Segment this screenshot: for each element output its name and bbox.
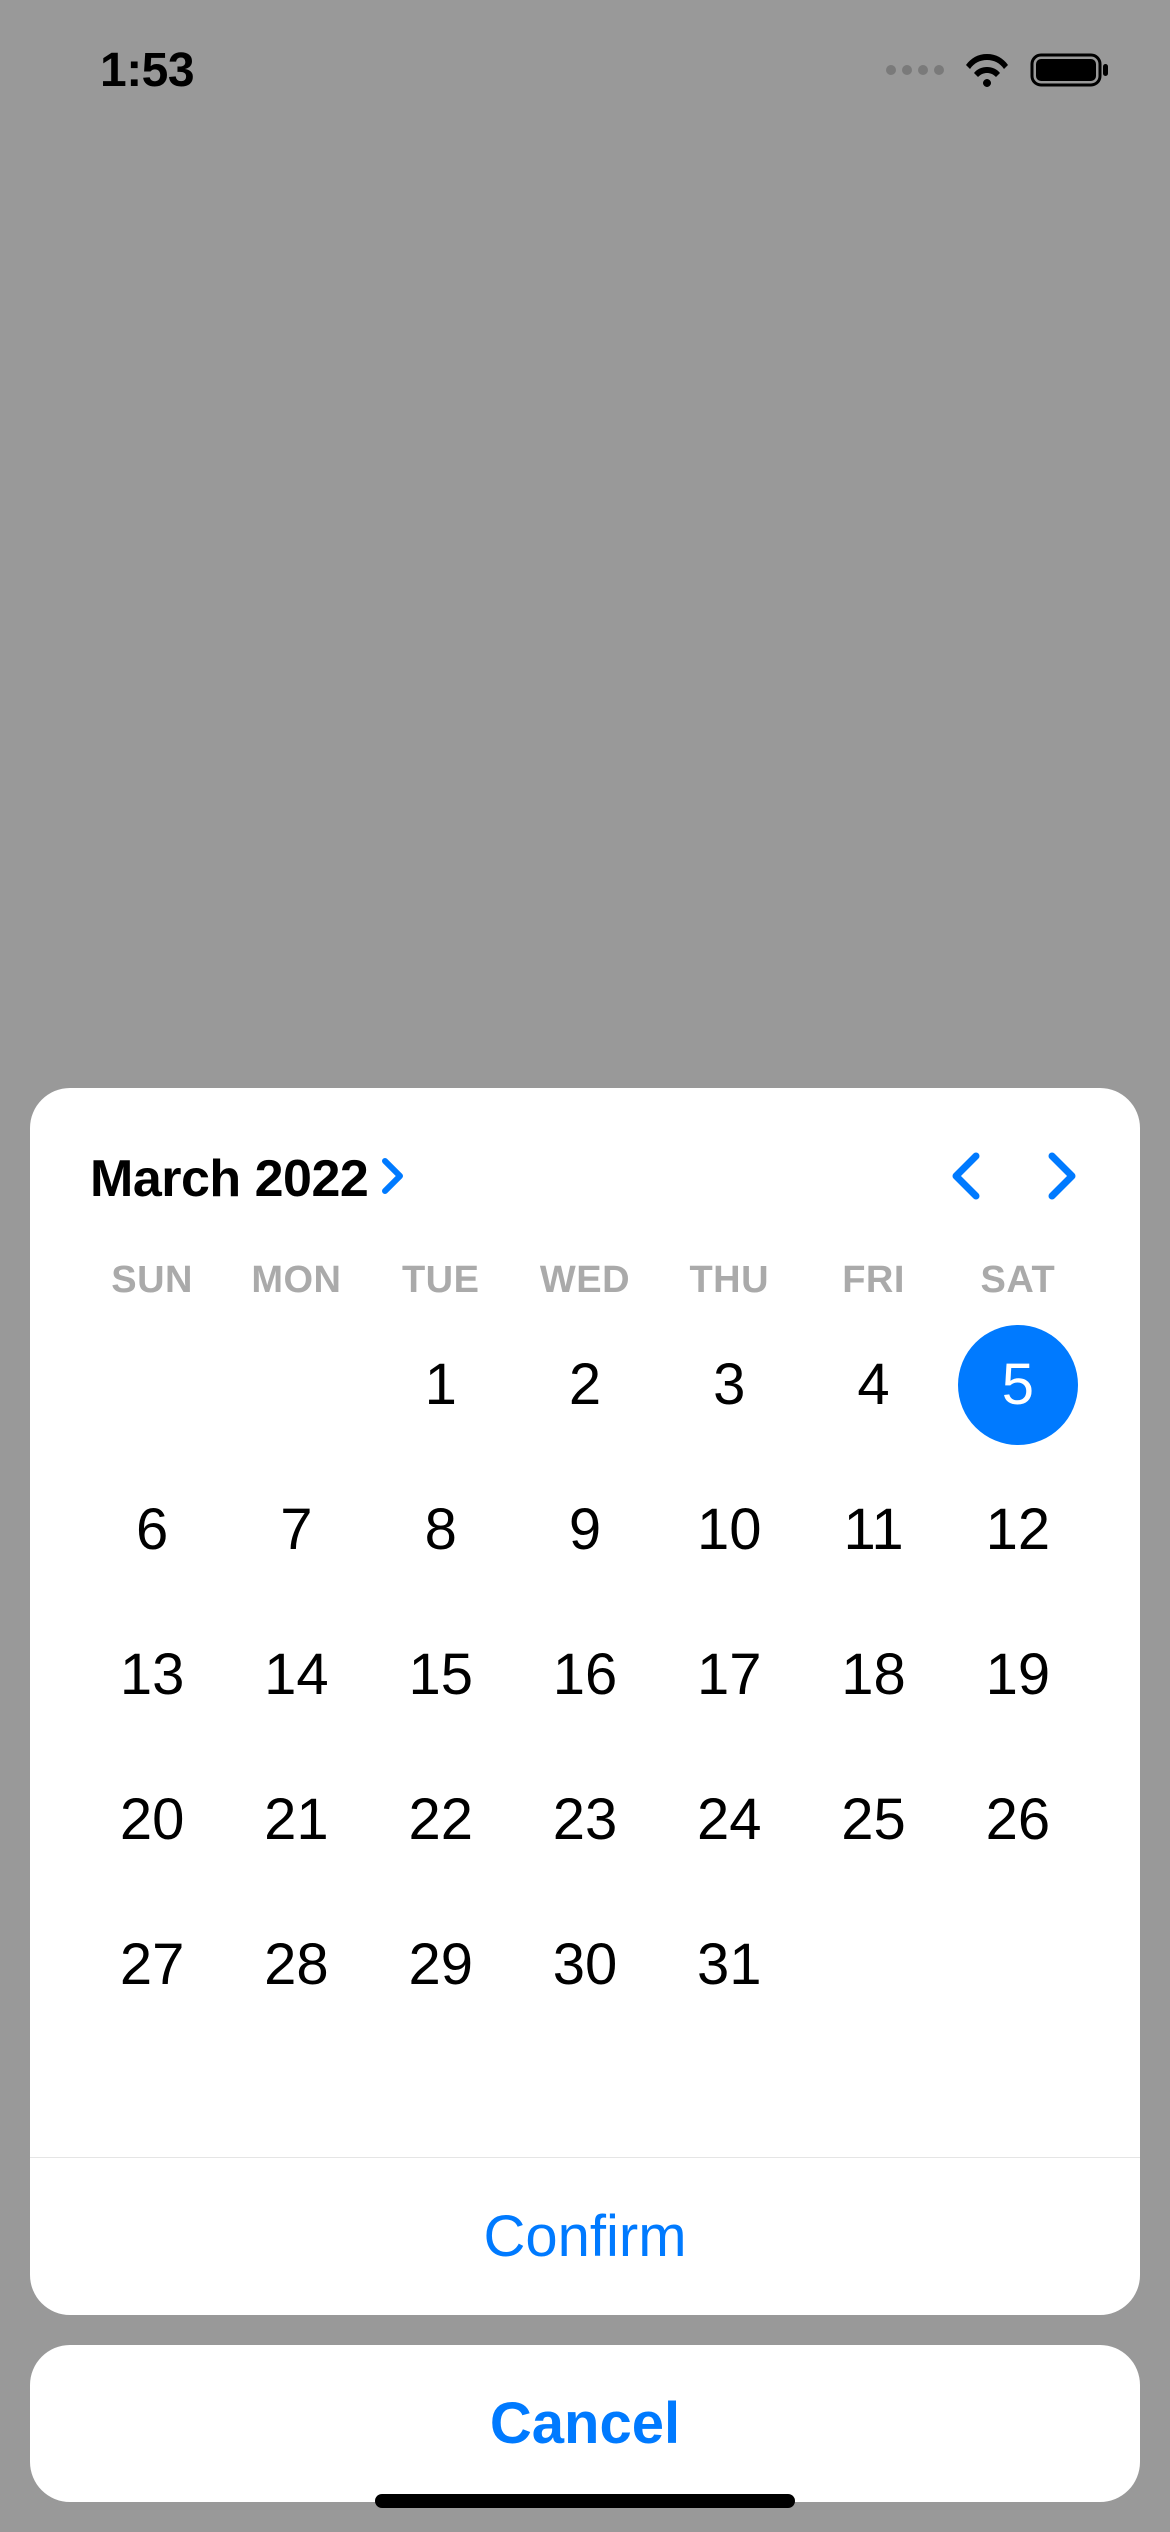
day-cell[interactable]: 27 [80, 1892, 224, 2037]
day-number: 9 [525, 1470, 645, 1590]
day-cell[interactable]: 17 [657, 1602, 801, 1747]
day-cell-empty [224, 1312, 368, 1457]
day-number: 16 [525, 1615, 645, 1735]
day-number: 2 [525, 1325, 645, 1445]
day-cell[interactable]: 29 [369, 1892, 513, 2037]
day-number: 21 [236, 1760, 356, 1880]
day-cell[interactable]: 4 [801, 1312, 945, 1457]
status-time: 1:53 [100, 43, 194, 98]
day-number: 4 [814, 1325, 934, 1445]
status-right [886, 51, 1110, 89]
day-cell[interactable]: 20 [80, 1747, 224, 1892]
day-number: 13 [92, 1615, 212, 1735]
day-cell[interactable]: 22 [369, 1747, 513, 1892]
day-cell[interactable]: 21 [224, 1747, 368, 1892]
day-cell[interactable]: 6 [80, 1457, 224, 1602]
day-number: 25 [814, 1760, 934, 1880]
cancel-sheet: Cancel [30, 2345, 1140, 2502]
day-number: 28 [236, 1905, 356, 2025]
confirm-row: Confirm [30, 2157, 1140, 2315]
chevron-right-icon [380, 1156, 406, 1201]
day-cell[interactable]: 12 [946, 1457, 1090, 1602]
day-cell[interactable]: 23 [513, 1747, 657, 1892]
day-number: 20 [92, 1760, 212, 1880]
day-number: 8 [381, 1470, 501, 1590]
day-number: 15 [381, 1615, 501, 1735]
calendar-sheet: March 2022 [30, 1088, 1140, 2315]
day-number: 12 [958, 1470, 1078, 1590]
day-cell[interactable]: 28 [224, 1892, 368, 2037]
day-number: 17 [669, 1615, 789, 1735]
day-number: 27 [92, 1905, 212, 2025]
day-number: 14 [236, 1615, 356, 1735]
weekday-label: FRI [801, 1259, 945, 1302]
day-number: 10 [669, 1470, 789, 1590]
day-number: 1 [381, 1325, 501, 1445]
calendar-header: March 2022 [30, 1088, 1140, 1239]
day-cell[interactable]: 30 [513, 1892, 657, 2037]
day-cell[interactable]: 1 [369, 1312, 513, 1457]
signal-dots-icon [886, 65, 944, 75]
weekday-label: TUE [369, 1259, 513, 1302]
battery-icon [1030, 51, 1110, 89]
day-number: 22 [381, 1760, 501, 1880]
day-cell[interactable]: 2 [513, 1312, 657, 1457]
day-cell[interactable]: 7 [224, 1457, 368, 1602]
day-cell[interactable]: 9 [513, 1457, 657, 1602]
day-number: 6 [92, 1470, 212, 1590]
day-number: 7 [236, 1470, 356, 1590]
month-year-picker[interactable]: March 2022 [90, 1149, 406, 1209]
day-cell[interactable]: 11 [801, 1457, 945, 1602]
day-cell[interactable]: 18 [801, 1602, 945, 1747]
day-cell[interactable]: 16 [513, 1602, 657, 1747]
prev-month-button[interactable] [948, 1148, 984, 1209]
day-number: 24 [669, 1760, 789, 1880]
month-title: March 2022 [90, 1149, 368, 1209]
calendar-days-grid: 1234567891011121314151617181920212223242… [30, 1312, 1140, 2157]
action-sheet-container: March 2022 [30, 1088, 1140, 2502]
day-number: 29 [381, 1905, 501, 2025]
weekday-header-row: SUN MON TUE WED THU FRI SAT [30, 1239, 1140, 1312]
day-cell[interactable]: 8 [369, 1457, 513, 1602]
day-cell[interactable]: 25 [801, 1747, 945, 1892]
weekday-label: SUN [80, 1259, 224, 1302]
day-cell[interactable]: 13 [80, 1602, 224, 1747]
day-cell[interactable]: 31 [657, 1892, 801, 2037]
status-bar: 1:53 [0, 0, 1170, 140]
day-cell[interactable]: 26 [946, 1747, 1090, 1892]
day-cell[interactable]: 3 [657, 1312, 801, 1457]
wifi-icon [962, 51, 1012, 89]
weekday-label: MON [224, 1259, 368, 1302]
cancel-button[interactable]: Cancel [490, 2391, 680, 2456]
day-number: 18 [814, 1615, 934, 1735]
day-cell[interactable]: 24 [657, 1747, 801, 1892]
weekday-label: WED [513, 1259, 657, 1302]
day-cell[interactable]: 15 [369, 1602, 513, 1747]
day-number: 23 [525, 1760, 645, 1880]
day-number: 31 [669, 1905, 789, 2025]
day-cell[interactable]: 14 [224, 1602, 368, 1747]
day-cell[interactable]: 19 [946, 1602, 1090, 1747]
confirm-button[interactable]: Confirm [483, 2204, 686, 2269]
day-cell[interactable]: 5 [946, 1312, 1090, 1457]
next-month-button[interactable] [1044, 1148, 1080, 1209]
weekday-label: THU [657, 1259, 801, 1302]
day-cell[interactable]: 10 [657, 1457, 801, 1602]
day-number: 5 [958, 1325, 1078, 1445]
day-number: 19 [958, 1615, 1078, 1735]
month-nav-arrows [948, 1148, 1080, 1209]
day-number: 30 [525, 1905, 645, 2025]
day-number: 3 [669, 1325, 789, 1445]
day-number: 26 [958, 1760, 1078, 1880]
home-indicator[interactable] [375, 2494, 795, 2508]
day-number: 11 [814, 1470, 934, 1590]
weekday-label: SAT [946, 1259, 1090, 1302]
day-cell-empty [80, 1312, 224, 1457]
